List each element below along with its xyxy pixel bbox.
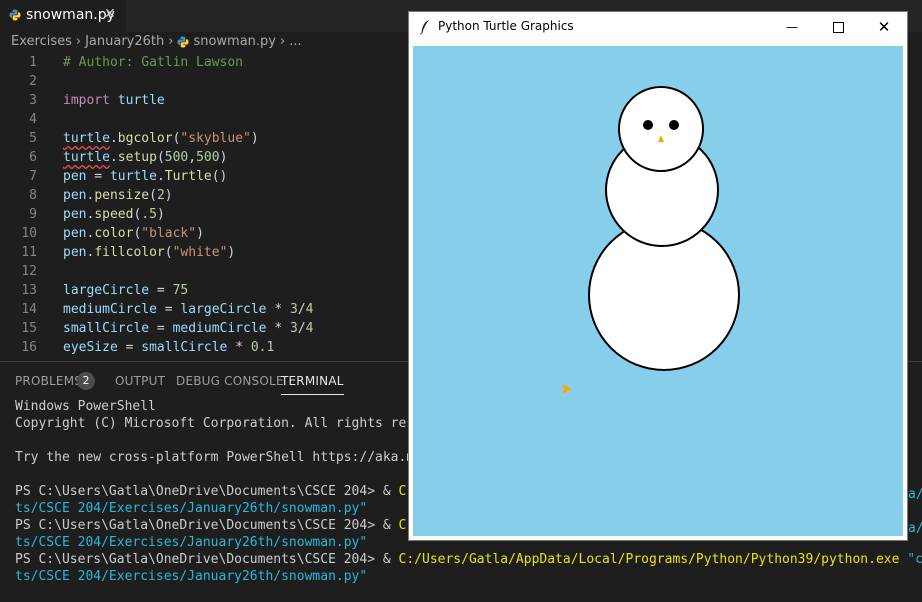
terminal-line: PS C:\Users\Gatla\OneDrive\Documents\CSC… <box>15 551 922 568</box>
line-number: 6 <box>29 150 37 165</box>
terminal-prompt: PS C:\Users\Gatla\OneDrive\Documents\CSC… <box>15 484 399 499</box>
terminal-overflow-text: a/ <box>908 487 922 502</box>
close-icon[interactable]: ✕ <box>104 6 116 22</box>
turtle-window: Python Turtle Graphics — ✕ <box>408 11 908 541</box>
python-file-icon <box>177 36 189 47</box>
terminal-line: ts/CSCE 204/Exercises/January26th/snowma… <box>15 569 368 584</box>
maximize-icon <box>832 22 844 33</box>
tab-terminal[interactable]: TERMINAL <box>281 374 344 395</box>
tab-output[interactable]: OUTPUT <box>115 374 165 388</box>
line-number: 4 <box>29 112 37 127</box>
breadcrumb: Exercises › January26th › snowman.py ›... <box>11 34 302 52</box>
chevron-right-icon: › <box>168 34 174 49</box>
line-number: 3 <box>29 93 37 108</box>
tab-debug-console[interactable]: DEBUG CONSOLE <box>176 374 284 388</box>
line-number: 1 <box>29 55 37 70</box>
breadcrumb-item-more[interactable]: ... <box>289 34 301 49</box>
line-number: 7 <box>29 169 37 184</box>
tab-snowman-py[interactable]: snowman.py ✕ <box>0 0 126 32</box>
snowman-left-eye <box>643 120 653 130</box>
tab-label: snowman.py <box>26 7 115 23</box>
line-number: 14 <box>21 302 37 317</box>
line-number: 5 <box>29 131 37 146</box>
terminal-overflow-text: a/ <box>908 521 922 536</box>
chevron-right-icon: › <box>280 34 286 49</box>
line-number: 12 <box>21 264 37 279</box>
line-number: 15 <box>21 321 37 336</box>
breadcrumb-item-exercises[interactable]: Exercises <box>11 34 72 49</box>
line-number: 10 <box>21 226 37 241</box>
terminal-prompt: PS C:\Users\Gatla\OneDrive\Documents\CSC… <box>15 552 399 567</box>
line-number: 2 <box>29 74 37 89</box>
terminal-argument: "c:/Users/Gatla/ <box>907 552 922 567</box>
line-number: 16 <box>21 340 37 355</box>
terminal-command: C:/Users/Gatla/AppData/Local/Programs/Py… <box>398 552 900 567</box>
terminal-overflow: a/a/ <box>908 486 922 537</box>
minimize-button[interactable]: — <box>769 12 815 42</box>
window-title: Python Turtle Graphics <box>438 19 574 33</box>
line-number: 8 <box>29 188 37 203</box>
breadcrumb-item-january26th[interactable]: January26th <box>85 34 164 49</box>
line-number: 13 <box>21 283 37 298</box>
feather-icon <box>420 20 429 35</box>
close-button[interactable]: ✕ <box>861 12 907 42</box>
tab-problems[interactable]: PROBLEMS <box>15 374 82 388</box>
python-file-icon <box>9 9 21 21</box>
turtle-window-titlebar[interactable]: Python Turtle Graphics — ✕ <box>409 12 907 42</box>
snowman-right-eye <box>669 120 679 130</box>
code-editor[interactable]: 1 # Author: Gatlin Lawson 2 3 import turtl… <box>0 53 410 361</box>
problems-count-badge: 2 <box>77 372 95 390</box>
chevron-right-icon: › <box>75 34 82 49</box>
terminal-prompt: PS C:\Users\Gatla\OneDrive\Documents\CSC… <box>15 518 399 533</box>
snowman-head-circle <box>618 86 704 172</box>
line-number: 9 <box>29 207 37 222</box>
line-number: 11 <box>21 245 37 260</box>
turtle-canvas <box>413 46 903 536</box>
maximize-button[interactable] <box>815 12 861 42</box>
breadcrumb-item-snowman-py[interactable]: snowman.py <box>193 34 276 49</box>
